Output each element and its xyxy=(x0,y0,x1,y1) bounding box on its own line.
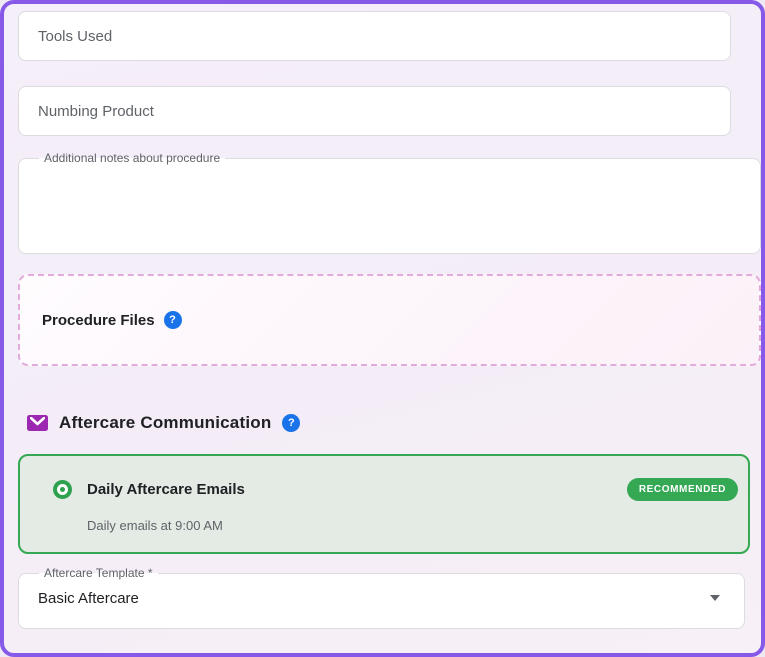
dropdown-arrow-icon[interactable] xyxy=(710,595,720,601)
aftercare-template-select[interactable]: Aftercare Template * Basic Aftercare xyxy=(18,567,745,629)
aftercare-section-header: Aftercare Communication ? xyxy=(18,413,761,433)
daily-aftercare-title: Daily Aftercare Emails xyxy=(87,481,245,498)
daily-aftercare-subtitle: Daily emails at 9:00 AM xyxy=(87,518,223,533)
aftercare-template-value: Basic Aftercare xyxy=(38,589,139,607)
additional-notes-field: Additional notes about procedure xyxy=(18,152,761,254)
procedure-form-panel: Additional notes about procedure Procedu… xyxy=(0,0,765,657)
daily-aftercare-option-card[interactable]: Daily Aftercare Emails RECOMMENDED Daily… xyxy=(18,454,750,554)
additional-notes-textarea[interactable] xyxy=(33,164,746,234)
procedure-files-title: Procedure Files xyxy=(42,311,155,329)
tools-used-input[interactable] xyxy=(18,11,731,61)
procedure-files-dropzone[interactable]: Procedure Files ? xyxy=(18,274,761,366)
procedure-files-help-icon[interactable]: ? xyxy=(163,311,182,329)
numbing-product-input[interactable] xyxy=(18,86,731,136)
email-icon xyxy=(27,415,48,431)
recommended-badge: RECOMMENDED xyxy=(626,478,738,501)
aftercare-section-title: Aftercare Communication xyxy=(59,413,272,432)
aftercare-help-icon[interactable]: ? xyxy=(282,414,301,432)
aftercare-template-label: Aftercare Template * xyxy=(44,566,153,580)
radio-selected-icon[interactable] xyxy=(53,480,72,499)
additional-notes-label: Additional notes about procedure xyxy=(44,151,221,165)
